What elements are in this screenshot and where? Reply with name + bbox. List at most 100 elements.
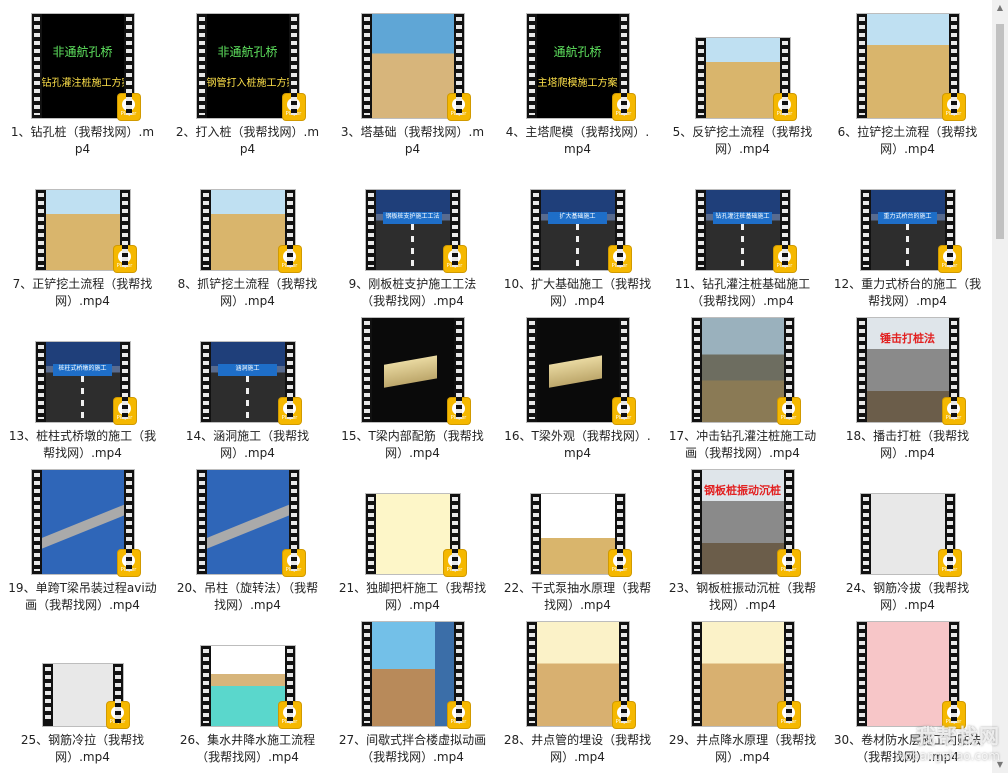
file-name-label[interactable]: 9、刚板桩支护施工工法（我帮找网）.mp4 [338,276,488,310]
video-thumbnail[interactable]: 钻孔灌注桩基础施工 Player [695,190,796,272]
road-lane-marking [741,223,744,270]
file-item[interactable]: Player 15、T梁内部配筋（我帮找网）.mp4 [330,316,495,468]
file-name-label[interactable]: 25、钢筋冷拉（我帮找网）.mp4 [8,732,158,766]
file-name-label[interactable]: 13、桩柱式桥墩的施工（我帮找网）.mp4 [8,428,158,462]
file-name-label[interactable]: 5、反铲挖土流程（我帮找网）.mp4 [668,124,818,158]
file-item[interactable]: Player 22、干式泵抽水原理（我帮找网）.mp4 [495,468,660,620]
file-item[interactable]: Player 6、拉铲挖土流程（我帮找网）.mp4 [825,12,990,164]
file-name-label[interactable]: 14、涵洞施工（我帮找网）.mp4 [173,428,323,462]
file-item[interactable]: Player 24、钢筋冷拔（我帮找网）.mp4 [825,468,990,620]
file-name-label[interactable]: 17、冲击钻孔灌注桩施工动画（我帮找网）.mp4 [668,428,818,462]
file-name-label[interactable]: 30、卷材防水层施工内贴法（我帮找网）.mp4 [833,732,983,766]
file-name-label[interactable]: 1、钻孔桩（我帮找网）.mp4 [8,124,158,158]
file-name-label[interactable]: 22、干式泵抽水原理（我帮找网）.mp4 [503,580,653,614]
file-name-label[interactable]: 24、钢筋冷拔（我帮找网）.mp4 [833,580,983,614]
video-thumbnail[interactable]: Player [31,470,140,576]
video-thumbnail[interactable]: Player [361,622,470,728]
player-badge-text: Player [450,718,467,725]
file-item[interactable]: 桩柱式桥墩的施工 Player 13、桩柱式桥墩的施工（我帮找网）.mp4 [0,316,165,468]
file-item[interactable]: 钢板桩支护施工工法 Player 9、刚板桩支护施工工法（我帮找网）.mp4 [330,164,495,316]
video-thumbnail[interactable]: Player [200,190,301,272]
vertical-scrollbar[interactable]: ▲ ▼ [992,0,1008,773]
file-item[interactable]: 涵洞施工 Player 14、涵洞施工（我帮找网）.mp4 [165,316,330,468]
video-thumbnail[interactable]: Player [691,318,800,424]
scrollbar-thumb[interactable] [996,24,1004,239]
file-item[interactable]: 钢板桩振动沉桩 Player 23、钢板桩振动沉桩（我帮找网）.mp4 [660,468,825,620]
video-thumbnail[interactable]: Player [856,622,965,728]
video-thumbnail[interactable]: Player [200,646,301,728]
video-thumbnail[interactable]: Player [526,318,635,424]
file-item[interactable]: Player 30、卷材防水层施工内贴法（我帮找网）.mp4 [825,620,990,772]
file-item[interactable]: Player 28、井点管的埋设（我帮找网）.mp4 [495,620,660,772]
file-item[interactable]: 锤击打桩法 Player 18、播击打桩（我帮找网）.mp4 [825,316,990,468]
video-thumbnail[interactable]: 桩柱式桥墩的施工 Player [35,342,136,424]
file-item[interactable]: 钻孔灌注桩基础施工 Player 11、钻孔灌注桩基础施工（我帮找网）.mp4 [660,164,825,316]
file-name-label[interactable]: 10、扩大基础施工（我帮找网）.mp4 [503,276,653,310]
file-item[interactable]: Player 8、抓铲挖土流程（我帮找网）.mp4 [165,164,330,316]
file-item[interactable]: Player 19、单跨T梁吊装过程avi动画（我帮找网）.mp4 [0,468,165,620]
file-name-label[interactable]: 7、正铲挖土流程（我帮找网）.mp4 [8,276,158,310]
video-thumbnail[interactable]: 通航孔桥 主塔爬模施工方案 Player [526,14,635,120]
file-item[interactable]: 非通航孔桥 钻孔灌注桩施工方案 Player 1、钻孔桩（我帮找网）.mp4 [0,12,165,164]
file-item[interactable]: Player 26、集水井降水施工流程（我帮找网）.mp4 [165,620,330,772]
file-item[interactable]: 非通航孔桥 钢管打入桩施工方案 Player 2、打入桩（我帮找网）.mp4 [165,12,330,164]
video-thumbnail[interactable]: Player [856,14,965,120]
file-item[interactable]: 重力式桥台的施工 Player 12、重力式桥台的施工（我帮找网）.mp4 [825,164,990,316]
scroll-up-arrow-icon[interactable]: ▲ [992,0,1008,16]
file-item[interactable]: Player 7、正铲挖土流程（我帮找网）.mp4 [0,164,165,316]
file-name-label[interactable]: 3、塔基础（我帮找网）.mp4 [338,124,488,158]
file-name-label[interactable]: 15、T梁内部配筋（我帮找网）.mp4 [338,428,488,462]
file-name-label[interactable]: 12、重力式桥台的施工（我帮找网）.mp4 [833,276,983,310]
file-name-label[interactable]: 23、钢板桩振动沉桩（我帮找网）.mp4 [668,580,818,614]
file-item[interactable]: Player 5、反铲挖土流程（我帮找网）.mp4 [660,12,825,164]
file-item[interactable]: Player 27、间歇式拌合楼虚拟动画（我帮找网）.mp4 [330,620,495,772]
file-item[interactable]: Player 20、吊柱（旋转法）（我帮找网）.mp4 [165,468,330,620]
file-item[interactable]: Player 21、独脚把杆施工（我帮找网）.mp4 [330,468,495,620]
video-thumbnail[interactable]: Player [530,494,631,576]
file-item[interactable]: 扩大基础施工 Player 10、扩大基础施工（我帮找网）.mp4 [495,164,660,316]
file-name-label[interactable]: 26、集水井降水施工流程（我帮找网）.mp4 [173,732,323,766]
file-name-label[interactable]: 2、打入桩（我帮找网）.mp4 [173,124,323,158]
file-item[interactable]: Player 16、T梁外观（我帮找网）.mp4 [495,316,660,468]
file-name-label[interactable]: 16、T梁外观（我帮找网）.mp4 [503,428,653,462]
video-thumbnail[interactable]: Player [361,14,470,120]
file-name-label[interactable]: 4、主塔爬模（我帮找网）.mp4 [503,124,653,158]
file-item[interactable]: Player 29、井点降水原理（我帮找网）.mp4 [660,620,825,772]
play-circle-icon [287,97,300,111]
thumbnail-wrapper: Player [330,468,495,576]
video-thumbnail[interactable]: Player [526,622,635,728]
video-thumbnail[interactable]: 非通航孔桥 钢管打入桩施工方案 Player [196,14,305,120]
video-thumbnail[interactable]: Player [365,494,466,576]
video-thumbnail[interactable]: 非通航孔桥 钻孔灌注桩施工方案 Player [31,14,140,120]
video-thumbnail[interactable]: Player [691,622,800,728]
file-name-label[interactable]: 27、间歇式拌合楼虚拟动画（我帮找网）.mp4 [338,732,488,766]
file-name-label[interactable]: 8、抓铲挖土流程（我帮找网）.mp4 [173,276,323,310]
file-name-label[interactable]: 28、井点管的埋设（我帮找网）.mp4 [503,732,653,766]
player-badge-text: Player [116,262,133,269]
file-name-label[interactable]: 18、播击打桩（我帮找网）.mp4 [833,428,983,462]
file-item[interactable]: 通航孔桥 主塔爬模施工方案 Player 4、主塔爬模（我帮找网）.mp4 [495,12,660,164]
video-thumbnail[interactable]: Player [42,664,129,728]
player-badge-text: Player [281,262,298,269]
scroll-down-arrow-icon[interactable]: ▼ [992,757,1008,773]
video-thumbnail[interactable]: 钢板桩支护施工工法 Player [365,190,466,272]
video-thumbnail[interactable]: 重力式桥台的施工 Player [860,190,961,272]
file-name-label[interactable]: 20、吊柱（旋转法）（我帮找网）.mp4 [173,580,323,614]
file-name-label[interactable]: 29、井点降水原理（我帮找网）.mp4 [668,732,818,766]
file-name-label[interactable]: 6、拉铲挖土流程（我帮找网）.mp4 [833,124,983,158]
file-name-label[interactable]: 11、钻孔灌注桩基础施工（我帮找网）.mp4 [668,276,818,310]
video-thumbnail[interactable]: 锤击打桩法 Player [856,318,965,424]
video-thumbnail[interactable]: Player [35,190,136,272]
file-item[interactable]: Player 3、塔基础（我帮找网）.mp4 [330,12,495,164]
video-thumbnail[interactable]: Player [695,38,796,120]
video-thumbnail[interactable]: Player [361,318,470,424]
video-thumbnail[interactable]: 涵洞施工 Player [200,342,301,424]
file-name-label[interactable]: 19、单跨T梁吊装过程avi动画（我帮找网）.mp4 [8,580,158,614]
video-thumbnail[interactable]: Player [196,470,305,576]
file-item[interactable]: Player 17、冲击钻孔灌注桩施工动画（我帮找网）.mp4 [660,316,825,468]
video-thumbnail[interactable]: Player [860,494,961,576]
file-name-label[interactable]: 21、独脚把杆施工（我帮找网）.mp4 [338,580,488,614]
video-thumbnail[interactable]: 扩大基础施工 Player [530,190,631,272]
video-thumbnail[interactable]: 钢板桩振动沉桩 Player [691,470,800,576]
file-item[interactable]: Player 25、钢筋冷拉（我帮找网）.mp4 [0,620,165,772]
